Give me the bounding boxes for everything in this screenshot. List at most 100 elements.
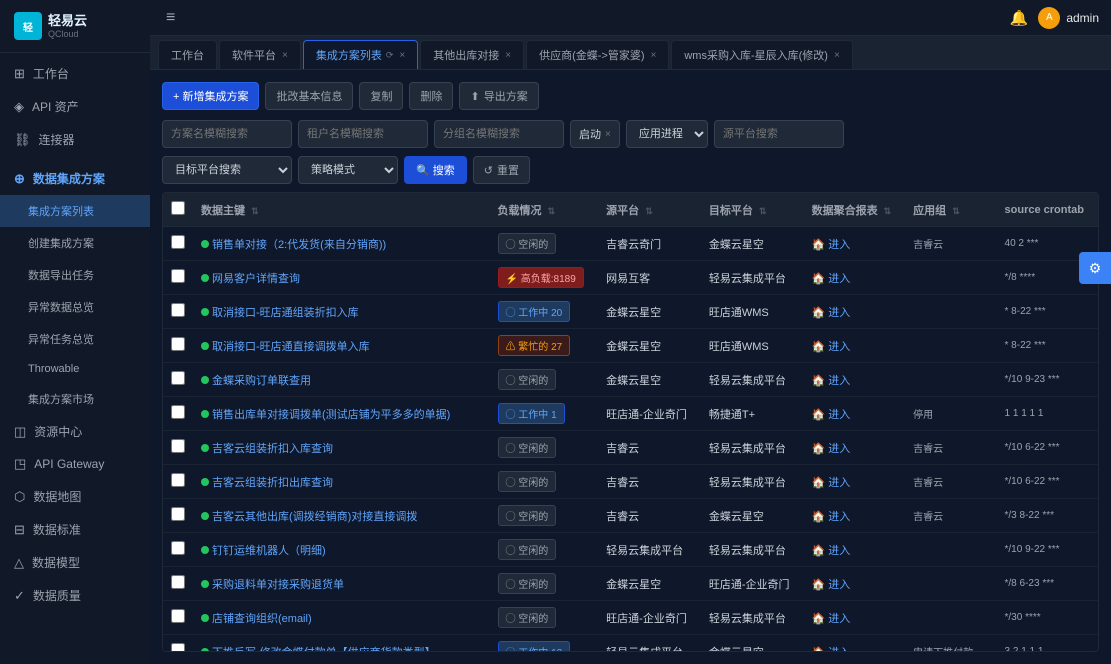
filter-group-input[interactable] <box>434 120 564 148</box>
row-checkbox[interactable] <box>171 405 185 419</box>
sidebar-item-resource-center[interactable]: ◫ 资源中心 <box>0 415 150 448</box>
filter-target-platform-select[interactable]: 目标平台搜索 <box>162 156 292 184</box>
notification-bell-icon[interactable]: 🔔 <box>1010 9 1029 27</box>
report-link[interactable]: 进入 <box>828 239 850 251</box>
copy-button[interactable]: 复制 <box>359 82 403 110</box>
add-integration-button[interactable]: + 新增集成方案 <box>162 82 259 110</box>
sidebar-item-integration-market[interactable]: 集成方案市场 <box>0 383 150 415</box>
report-link[interactable]: 进入 <box>828 273 850 285</box>
report-link[interactable]: 进入 <box>828 545 850 557</box>
th-crontab[interactable]: source crontab <box>997 193 1098 227</box>
menu-toggle-icon[interactable]: ≡ <box>162 5 179 31</box>
edit-info-button[interactable]: 批改基本信息 <box>265 82 353 110</box>
sidebar-item-data-map[interactable]: ⬡ 数据地图 <box>0 480 150 513</box>
sidebar-item-data-quality[interactable]: ✓ 数据质量 <box>0 579 150 612</box>
sidebar-item-api-gateway[interactable]: ◳ API Gateway <box>0 448 150 480</box>
sidebar-item-data-model[interactable]: △ 数据模型 <box>0 546 150 579</box>
report-link[interactable]: 进入 <box>828 409 850 421</box>
settings-fab[interactable]: ⚙ <box>1079 252 1111 284</box>
user-menu[interactable]: A admin <box>1038 7 1099 29</box>
th-app[interactable]: 应用组 ⇅ <box>905 193 996 227</box>
filter-app-progress-select[interactable]: 应用进程 <box>626 120 708 148</box>
sidebar-item-data-export-task[interactable]: 数据导出任务 <box>0 259 150 291</box>
sidebar-item-data-standard[interactable]: ⊟ 数据标准 <box>0 513 150 546</box>
th-checkbox <box>163 193 193 227</box>
report-link[interactable]: 进入 <box>828 477 850 489</box>
report-link[interactable]: 进入 <box>828 647 850 653</box>
sidebar-item-throwable[interactable]: Throwable <box>0 355 150 383</box>
row-checkbox[interactable] <box>171 337 185 351</box>
th-load[interactable]: 负载情况 ⇅ <box>490 193 599 227</box>
tab-supplier[interactable]: 供应商(金蝶->管家婆) × <box>526 40 669 69</box>
row-name-link[interactable]: 销售出库单对接调拨单(测试店铺为平多多的单据) <box>212 409 450 421</box>
sidebar-item-data-integration[interactable]: ⊕ 数据集成方案 <box>0 162 150 195</box>
row-checkbox[interactable] <box>171 541 185 555</box>
table-row: 销售出库单对接调拨单(测试店铺为平多多的单据)◯ 工作中 1旺店通-企业奇门畅捷… <box>163 397 1098 431</box>
report-link[interactable]: 进入 <box>828 579 850 591</box>
th-source[interactable]: 源平台 ⇅ <box>598 193 701 227</box>
search-button[interactable]: 🔍 搜索 <box>404 156 467 184</box>
export-button[interactable]: ⬆ 导出方案 <box>459 82 538 110</box>
row-checkbox[interactable] <box>171 439 185 453</box>
tab-other-outbound[interactable]: 其他出库对接 × <box>420 40 524 69</box>
delete-button[interactable]: 删除 <box>409 82 453 110</box>
tab-integration-close[interactable]: × <box>399 50 405 61</box>
filter-row-2: 目标平台搜索 策略模式 🔍 搜索 ↺ 重置 <box>162 156 1099 184</box>
sidebar-item-abnormal-task[interactable]: 异常任务总览 <box>0 323 150 355</box>
filter-name-input[interactable] <box>162 120 292 148</box>
tab-workbench[interactable]: 工作台 <box>158 40 217 69</box>
sidebar-item-create-integration[interactable]: 创建集成方案 <box>0 227 150 259</box>
report-link[interactable]: 进入 <box>828 341 850 353</box>
row-checkbox[interactable] <box>171 507 185 521</box>
row-name-link[interactable]: 店铺查询组织(email) <box>212 613 312 625</box>
row-checkbox[interactable] <box>171 235 185 249</box>
row-name-link[interactable]: 吉客云组装折扣出库查询 <box>212 477 333 489</box>
row-name-link[interactable]: 采购退料单对接采购退货单 <box>212 579 344 591</box>
row-checkbox[interactable] <box>171 269 185 283</box>
filter-source-platform-input[interactable] <box>714 120 844 148</box>
report-link[interactable]: 进入 <box>828 443 850 455</box>
row-name-link[interactable]: 网易客户详情查询 <box>212 273 300 285</box>
row-checkbox[interactable] <box>171 575 185 589</box>
row-checkbox[interactable] <box>171 303 185 317</box>
sidebar-item-abnormal-data[interactable]: 异常数据总览 <box>0 291 150 323</box>
reset-button[interactable]: ↺ 重置 <box>473 156 530 184</box>
tab-integration-refresh-icon[interactable]: ⟳ <box>386 50 394 61</box>
row-name-link[interactable]: 吉客云其他出库(调拨经销商)对接直接调拨 <box>212 511 417 523</box>
row-checkbox[interactable] <box>171 371 185 385</box>
th-report[interactable]: 数据聚合报表 ⇅ <box>804 193 906 227</box>
select-all-checkbox[interactable] <box>171 201 185 215</box>
filter-strategy-select[interactable]: 策略模式 <box>298 156 398 184</box>
sidebar-item-integration-list[interactable]: 集成方案列表 <box>0 195 150 227</box>
filter-tenant-input[interactable] <box>298 120 428 148</box>
report-link[interactable]: 进入 <box>828 307 850 319</box>
sidebar-item-api-assets[interactable]: ◈ API 资产 <box>0 90 150 123</box>
sidebar-item-connector[interactable]: ⛓ 连接器 <box>0 123 150 156</box>
th-target[interactable]: 目标平台 ⇅ <box>701 193 804 227</box>
tab-integration-list[interactable]: 集成方案列表 ⟳ × <box>303 40 418 69</box>
row-checkbox[interactable] <box>171 609 185 623</box>
tab-software[interactable]: 软件平台 × <box>219 40 301 69</box>
filter-status-tag[interactable]: 启动 × <box>570 120 620 148</box>
report-link[interactable]: 进入 <box>828 375 850 387</box>
row-checkbox[interactable] <box>171 643 185 652</box>
tab-wms[interactable]: wms采购入库-星辰入库(修改) × <box>671 40 852 69</box>
th-name[interactable]: 数据主键 ⇅ <box>193 193 490 227</box>
tab-other-close[interactable]: × <box>505 50 511 61</box>
sidebar-label-resource-center: 资源中心 <box>34 423 82 440</box>
row-name-link[interactable]: 销售单对接（2:代发货(来自分销商)) <box>212 239 386 251</box>
row-checkbox[interactable] <box>171 473 185 487</box>
row-name-link[interactable]: 取消接口-旺店通组装折扣入库 <box>212 307 359 319</box>
tab-supplier-close[interactable]: × <box>651 50 657 61</box>
row-name-link[interactable]: 钉钉运维机器人（明细) <box>212 545 326 557</box>
row-name-link[interactable]: 取消接口-旺店通直接调拨单入库 <box>212 341 370 353</box>
row-name-link[interactable]: 金蝶采购订单联查用 <box>212 375 311 387</box>
sidebar-item-workbench[interactable]: ⊞ 工作台 <box>0 57 150 90</box>
tab-wms-close[interactable]: × <box>834 50 840 61</box>
report-link[interactable]: 进入 <box>828 511 850 523</box>
filter-status-clear-icon[interactable]: × <box>605 129 611 140</box>
report-link[interactable]: 进入 <box>828 613 850 625</box>
tab-software-close[interactable]: × <box>282 50 288 61</box>
row-name-link[interactable]: 吉客云组装折扣入库查询 <box>212 443 333 455</box>
row-name-link[interactable]: 下推反写-修改金蝶付款单【供应商货款类型】 <box>212 647 436 653</box>
